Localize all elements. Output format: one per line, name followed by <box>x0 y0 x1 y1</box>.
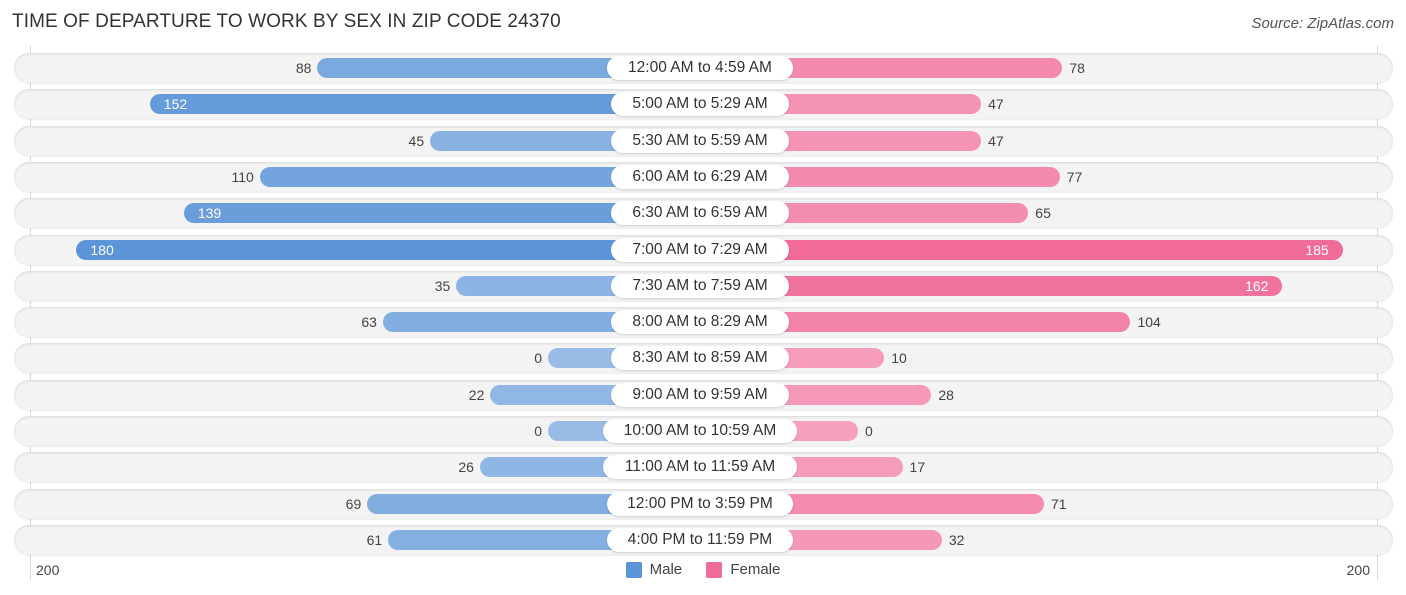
female-value-label: 28 <box>938 386 954 403</box>
male-swatch-icon <box>625 561 642 578</box>
male-value-label: 0 <box>534 423 542 439</box>
source-label: Source: ZipAtlas.com <box>1251 15 1394 32</box>
category-label: 8:30 AM to 8:59 AM <box>611 346 789 371</box>
category-label: 5:30 AM to 5:59 AM <box>611 128 789 153</box>
table-row: 61 32 4:00 PM to 11:59 PM <box>14 524 1393 555</box>
category-label: 12:00 AM to 4:59 AM <box>607 56 793 80</box>
female-value-label: 0 <box>865 423 873 439</box>
table-row: 45 47 5:30 AM to 5:59 AM <box>14 125 1393 156</box>
category-label: 11:00 AM to 11:59 AM <box>603 455 797 480</box>
category-label: 9:00 AM to 9:59 AM <box>611 382 789 407</box>
table-row: 110 77 6:00 AM to 6:29 AM <box>14 161 1393 192</box>
table-row: 0 10 8:30 AM to 8:59 AM <box>14 343 1393 374</box>
category-label: 8:00 AM to 8:29 AM <box>611 310 789 335</box>
female-value-label: 71 <box>1051 495 1067 512</box>
male-value-label: 26 <box>458 459 474 476</box>
female-value-label: 47 <box>988 96 1004 113</box>
table-row: 69 71 12:00 PM to 3:59 PM <box>14 488 1393 519</box>
female-value-label: 185 <box>1305 241 1329 258</box>
male-value-label: 152 <box>163 96 188 113</box>
table-row: 35 162 7:30 AM to 7:59 AM <box>14 270 1393 301</box>
category-label: 5:00 AM to 5:29 AM <box>611 92 789 117</box>
legend-label-female: Female <box>730 561 781 578</box>
category-label: 4:00 PM to 11:59 PM <box>607 527 793 552</box>
male-value-label: 69 <box>345 495 362 512</box>
table-row: 26 17 11:00 AM to 11:59 AM <box>14 452 1393 483</box>
table-row: 152 47 5:00 AM to 5:29 AM <box>14 89 1393 120</box>
table-row: 63 104 8:00 AM to 8:29 AM <box>14 307 1393 338</box>
category-label: 10:00 AM to 10:59 AM <box>603 419 797 443</box>
female-value-label: 47 <box>988 132 1004 149</box>
male-value-label: 63 <box>361 314 377 331</box>
female-value-label: 77 <box>1066 168 1083 185</box>
male-value-label: 61 <box>366 531 383 548</box>
female-value-label: 32 <box>948 531 965 548</box>
female-value-label: 10 <box>891 350 907 367</box>
male-value-label: 180 <box>90 241 114 258</box>
table-row: 180 185 7:00 AM to 7:29 AM <box>14 234 1393 265</box>
male-bar[interactable] <box>76 239 700 260</box>
male-value-label: 45 <box>408 132 425 149</box>
legend-item-female[interactable]: Female <box>706 561 780 578</box>
category-label: 7:00 AM to 7:29 AM <box>611 237 789 262</box>
legend-label-male: Male <box>649 561 683 578</box>
female-value-label: 17 <box>909 459 926 476</box>
category-label: 6:30 AM to 6:59 AM <box>611 201 789 226</box>
category-label: 7:30 AM to 7:59 AM <box>611 273 789 298</box>
male-value-label: 35 <box>434 277 451 294</box>
male-value-label: 0 <box>534 350 542 367</box>
female-bar[interactable] <box>700 239 1343 260</box>
category-label: 6:00 AM to 6:29 AM <box>611 164 789 189</box>
table-row: 22 28 9:00 AM to 9:59 AM <box>14 379 1393 410</box>
category-label: 12:00 PM to 3:59 PM <box>607 491 793 516</box>
table-row: 0 0 10:00 AM to 10:59 AM <box>14 416 1393 446</box>
female-swatch-icon <box>706 561 723 578</box>
legend: Male Female <box>0 561 1406 582</box>
table-row: 139 65 6:30 AM to 6:59 AM <box>14 198 1393 229</box>
male-value-label: 110 <box>231 168 254 185</box>
chart-title: TIME OF DEPARTURE TO WORK BY SEX IN ZIP … <box>12 11 561 32</box>
male-value-label: 22 <box>468 386 485 403</box>
female-value-label: 78 <box>1069 60 1085 76</box>
legend-item-male[interactable]: Male <box>625 561 683 578</box>
female-value-label: 162 <box>1245 277 1269 294</box>
male-value-label: 88 <box>295 60 312 76</box>
table-row: 88 78 12:00 AM to 4:59 AM <box>14 53 1393 83</box>
female-value-label: 104 <box>1137 314 1161 331</box>
male-value-label: 139 <box>197 205 222 222</box>
female-value-label: 65 <box>1035 205 1051 222</box>
